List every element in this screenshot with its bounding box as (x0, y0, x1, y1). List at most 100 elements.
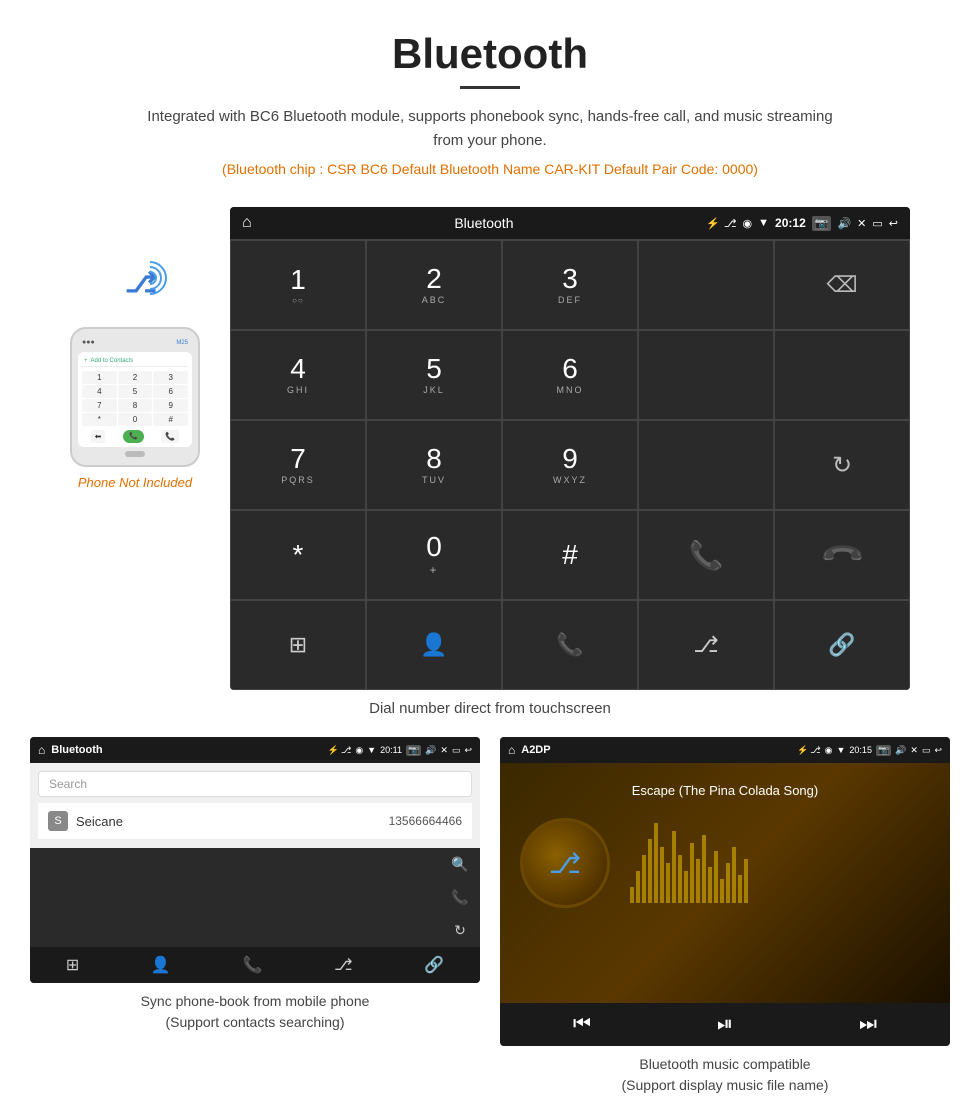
phone-screen: + Add to Contacts 1 2 3 4 5 6 7 8 9 * 0 … (78, 352, 192, 447)
cam-icon-music: 📷 (876, 745, 891, 756)
win-icon-small: ▭ (452, 745, 461, 756)
dial-key-2[interactable]: 2 ABC (366, 240, 502, 330)
vol-icon-music: 🔊 (895, 745, 906, 756)
dial-key-3[interactable]: 3 DEF (502, 240, 638, 330)
phonebook-right-actions: 🔍 📞 ↻ (440, 848, 480, 947)
bluetooth-info: (Bluetooth chip : CSR BC6 Default Blueto… (20, 161, 960, 177)
phonebook-status-bar: ⌂ Bluetooth ⚡ ⎇ ◉ ▼ 20:11 📷 🔊 ✕ ▭ ↩ (30, 737, 480, 763)
music-section: ⌂ A2DP ⚡ ⎇ ◉ ▼ 20:15 📷 🔊 ✕ ▭ ↩ Escape (T… (500, 737, 950, 1096)
home-icon-music: ⌂ (508, 743, 515, 757)
pb-user-icon[interactable]: 👤 (151, 955, 171, 975)
music-status-bar: ⌂ A2DP ⚡ ⎇ ◉ ▼ 20:15 📷 🔊 ✕ ▭ ↩ (500, 737, 950, 763)
loc-icon-music: ◉ (825, 745, 833, 756)
usb-icon: ⚡ (706, 217, 720, 230)
dial-key-9[interactable]: 9 WXYZ (502, 420, 638, 510)
call-icon-right[interactable]: 📞 (451, 889, 468, 906)
dial-key-7[interactable]: 7 PQRS (230, 420, 366, 510)
pb-phone-icon[interactable]: 📞 (243, 955, 263, 975)
music-caption: Bluetooth music compatible (Support disp… (622, 1054, 829, 1096)
dial-key-hash[interactable]: # (502, 510, 638, 600)
dialer-app-name: Bluetooth (262, 215, 706, 231)
phonebook-section: ⌂ Bluetooth ⚡ ⎇ ◉ ▼ 20:11 📷 🔊 ✕ ▭ ↩ Sear… (30, 737, 480, 1096)
phonebook-layout: 🔍 📞 ↻ (30, 848, 480, 947)
dial-key-8[interactable]: 8 TUV (366, 420, 502, 510)
dial-call-green[interactable]: 📞 (638, 510, 774, 600)
dial-key-6[interactable]: 6 MNO (502, 330, 638, 420)
dial-empty-3 (774, 330, 910, 420)
dial-empty-2 (638, 330, 774, 420)
status-time: 20:12 (775, 216, 806, 230)
pb-link-icon[interactable]: 🔗 (424, 955, 444, 975)
dial-action-bluetooth[interactable]: ⎇ (638, 600, 774, 690)
loc-icon-small: ◉ (355, 745, 363, 756)
phone-body: ●●● M25 + Add to Contacts 1 2 3 4 5 6 7 … (70, 327, 200, 467)
bottom-section: ⌂ Bluetooth ⚡ ⎇ ◉ ▼ 20:11 📷 🔊 ✕ ▭ ↩ Sear… (0, 737, 980, 1096)
sync-icon-right[interactable]: ↻ (454, 922, 466, 939)
phone-numpad: 1 2 3 4 5 6 7 8 9 * 0 # (82, 371, 188, 426)
signal-icon: ▼ (758, 217, 769, 229)
bt-icon-small: ⎇ (341, 745, 351, 756)
dial-redial[interactable]: ↻ (774, 420, 910, 510)
close-icon: ✕ (857, 217, 866, 230)
volume-icon: 🔊 (837, 217, 851, 230)
music-content: Escape (The Pina Colada Song) ⎇ (500, 763, 950, 1003)
phonebook-screen: ⌂ Bluetooth ⚡ ⎇ ◉ ▼ 20:11 📷 🔊 ✕ ▭ ↩ Sear… (30, 737, 480, 983)
dial-empty-1 (638, 240, 774, 330)
contact-name: Seicane (76, 814, 389, 829)
dial-action-grid[interactable]: ⊞ (230, 600, 366, 690)
dial-key-1[interactable]: 1 ○○ (230, 240, 366, 330)
x-icon-small: ✕ (440, 745, 448, 756)
page-title: Bluetooth (20, 30, 960, 78)
dialer-caption: Dial number direct from touchscreen (0, 700, 980, 717)
phonebook-action-bar: ⊞ 👤 📞 ⎇ 🔗 (30, 947, 480, 983)
dial-empty-4 (638, 420, 774, 510)
dial-action-phone[interactable]: 📞 (502, 600, 638, 690)
status-icons: ⎇ ◉ ▼ 20:12 📷 🔊 ✕ ▭ ↩ (724, 216, 898, 231)
title-divider (460, 86, 520, 89)
sig-icon-music: ▼ (837, 745, 846, 755)
page-description: Integrated with BC6 Bluetooth module, su… (140, 105, 840, 153)
next-track-icon[interactable]: ⏭ (859, 1013, 877, 1036)
music-main: ⎇ (520, 818, 930, 908)
dial-action-link[interactable]: 🔗 (774, 600, 910, 690)
x-icon-music: ✕ (910, 745, 918, 756)
back-icon: ↩ (889, 217, 898, 230)
phone-bottom-row: ⬅ 📞 📞 (82, 430, 188, 443)
phonebook-status-icons: ⎇ ◉ ▼ 20:11 📷 🔊 ✕ ▭ ↩ (341, 745, 472, 756)
contact-number: 13566664466 (389, 814, 462, 828)
album-art: ⎇ (520, 818, 610, 908)
prev-track-icon[interactable]: ⏮ (573, 1013, 591, 1036)
phonebook-spacer (30, 848, 440, 947)
dial-key-4[interactable]: 4 GHI (230, 330, 366, 420)
phonebook-app-name: Bluetooth (51, 744, 327, 756)
music-song-title: Escape (The Pina Colada Song) (632, 783, 818, 798)
dial-key-5[interactable]: 5 JKL (366, 330, 502, 420)
pb-grid-icon[interactable]: ⊞ (66, 955, 79, 975)
vol-icon-small: 🔊 (425, 745, 436, 756)
home-icon-small: ⌂ (38, 743, 45, 757)
music-status-icons: ⎇ ◉ ▼ 20:15 📷 🔊 ✕ ▭ ↩ (810, 745, 942, 756)
camera-icon: 📷 (812, 216, 832, 231)
music-app-name: A2DP (521, 744, 797, 756)
contact-letter: S (48, 811, 68, 831)
dialer-status-bar: ⌂ Bluetooth ⚡ ⎇ ◉ ▼ 20:12 📷 🔊 ✕ ▭ ↩ (230, 207, 910, 239)
location-icon: ◉ (743, 217, 753, 230)
phonebook-content: Search S Seicane 13566664466 (30, 763, 480, 848)
back-icon-music: ↩ (934, 745, 942, 756)
time-small: 20:11 (380, 745, 402, 755)
dial-key-0[interactable]: 0 + (366, 510, 502, 600)
play-pause-icon[interactable]: ⏯ (717, 1013, 733, 1036)
contact-row: S Seicane 13566664466 (38, 803, 472, 840)
dial-key-star[interactable]: * (230, 510, 366, 600)
search-icon-right[interactable]: 🔍 (451, 856, 468, 873)
search-bar[interactable]: Search (38, 771, 472, 797)
bluetooth-status-icon: ⎇ (724, 217, 737, 230)
dial-call-red[interactable]: 📞 (774, 510, 910, 600)
pb-bt-icon[interactable]: ⎇ (334, 955, 352, 975)
dial-action-contacts[interactable]: 👤 (366, 600, 502, 690)
cam-icon-small: 📷 (406, 745, 421, 756)
dialer-grid: 1 ○○ 2 ABC 3 DEF ⌫ 4 GHI 5 JKL (230, 239, 910, 690)
phonebook-caption: Sync phone-book from mobile phone (Suppo… (141, 991, 370, 1033)
dial-backspace[interactable]: ⌫ (774, 240, 910, 330)
phone-home-button (125, 451, 145, 457)
